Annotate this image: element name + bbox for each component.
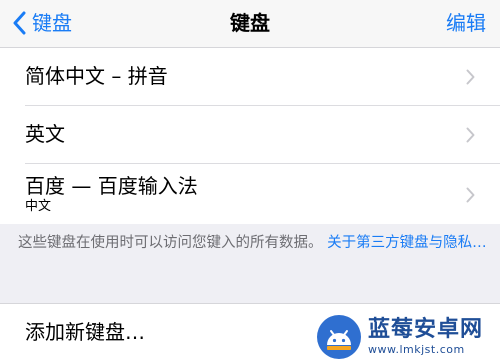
watermark-url: www.lmkjst.com	[368, 343, 465, 356]
chevron-right-icon	[466, 127, 475, 143]
keyboard-row-baidu[interactable]: 百度 — 百度输入法 中文	[0, 164, 500, 224]
watermark-text: 蓝莓安卓网 www.lmkjst.com	[368, 317, 483, 356]
edit-button[interactable]: 编辑	[446, 9, 486, 37]
watermark: 蓝莓安卓网 www.lmkjst.com	[316, 310, 483, 363]
keyboard-label: 简体中文 – 拼音	[25, 64, 168, 88]
keyboard-label: 百度 — 百度输入法	[25, 174, 198, 198]
add-keyboard-label: 添加新键盘…	[25, 320, 145, 344]
third-party-privacy-link[interactable]: 关于第三方键盘与隐私…	[327, 235, 487, 251]
keyboard-label: 英文	[25, 122, 65, 146]
chevron-right-icon	[466, 69, 475, 85]
android-robot-logo	[317, 314, 361, 359]
keyboard-row-pinyin[interactable]: 简体中文 – 拼音	[0, 48, 500, 106]
keyboard-row-english[interactable]: 英文	[0, 106, 500, 164]
watermark-name: 蓝莓安卓网	[368, 317, 484, 342]
footnote-text: 这些键盘在使用时可以访问您键入的所有数据。	[18, 235, 328, 251]
navigation-bar: 键盘 键盘 编辑	[0, 0, 500, 48]
privacy-footnote: 这些键盘在使用时可以访问您键入的所有数据。 关于第三方键盘与隐私…	[18, 232, 488, 254]
page-title: 键盘	[230, 11, 270, 35]
chevron-right-icon	[466, 187, 475, 203]
keyboard-list: 简体中文 – 拼音 英文 百度 — 百度输入法 中文	[0, 48, 500, 224]
keyboard-sublabel: 中文	[25, 199, 52, 214]
